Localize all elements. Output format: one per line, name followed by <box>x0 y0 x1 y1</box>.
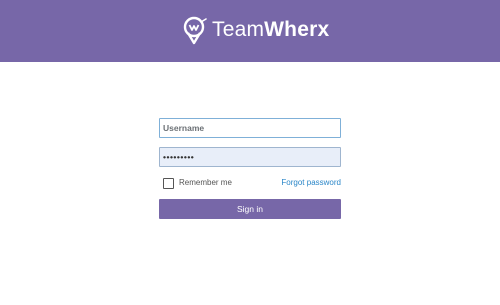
forgot-password-link[interactable]: Forgot password <box>281 177 341 189</box>
password-input[interactable] <box>159 147 341 167</box>
app-header: TeamWherx <box>0 0 500 62</box>
sign-in-button[interactable]: Sign in <box>159 199 341 219</box>
brand: TeamWherx <box>182 14 329 46</box>
remember-me-toggle[interactable]: Remember me <box>163 177 232 189</box>
username-input[interactable] <box>159 118 341 138</box>
brand-name: TeamWherx <box>212 14 329 46</box>
remember-me-label: Remember me <box>179 178 232 187</box>
location-pin-logo-icon <box>182 16 209 45</box>
remember-me-checkbox[interactable] <box>163 177 174 189</box>
brand-name-bold: Wherx <box>264 18 330 41</box>
brand-name-light: Team <box>212 18 265 41</box>
